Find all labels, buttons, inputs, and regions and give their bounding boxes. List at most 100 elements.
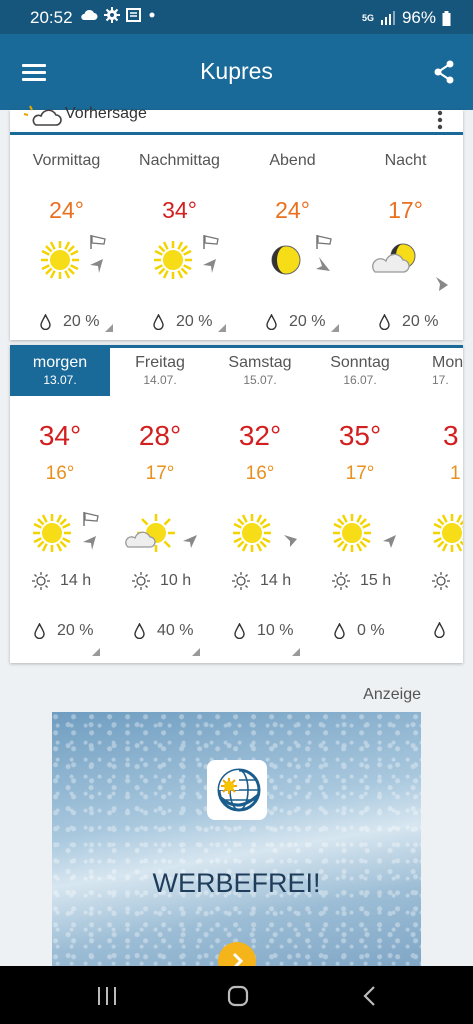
min-temp: 17° <box>145 463 175 484</box>
sunshine-hours: 15 h <box>332 572 391 590</box>
daypart-vormittag[interactable]: Vormittag 24° 20 % <box>10 135 123 340</box>
cloud-moon-icon <box>372 243 416 273</box>
windsock-icon <box>316 235 332 271</box>
sun-outline-icon <box>432 572 450 590</box>
cloud-icon <box>81 9 98 20</box>
sun-icon <box>41 241 79 279</box>
share-icon[interactable] <box>433 60 455 84</box>
expand-corner-icon <box>192 648 200 656</box>
day-header: Freitag 14.07. <box>110 348 210 396</box>
day-tomorrow[interactable]: morgen 13.07. 34° 16° 14 h 20 % <box>10 348 110 663</box>
back-icon[interactable] <box>362 985 378 1007</box>
day-date: 15.07. <box>243 373 277 387</box>
sunshine-hours: 10 h <box>132 572 191 590</box>
day-sunday[interactable]: Sonntag 16.07. 35° 17° 15 h 0 % <box>310 348 410 663</box>
daypart-name: Abend <box>269 152 316 169</box>
sun-icon <box>433 514 463 552</box>
recent-apps-icon[interactable] <box>96 986 118 1006</box>
moon-icon <box>271 245 301 275</box>
precipitation: 20 % <box>40 313 99 331</box>
precip-value: 40 % <box>157 622 194 639</box>
precipitation: 20 % <box>153 313 212 331</box>
news-icon <box>126 8 141 22</box>
day-header: Samstag 15.07. <box>210 348 310 396</box>
ad-arrow-button[interactable] <box>218 942 256 967</box>
raindrop-icon <box>40 314 51 330</box>
daypart-temp: 17° <box>388 197 423 223</box>
more-options-icon[interactable] <box>437 110 443 130</box>
precipitation: 10 % <box>234 622 293 640</box>
expand-corner-icon <box>92 648 100 656</box>
app-bar: Kupres <box>0 34 473 110</box>
battery-icon <box>442 10 451 26</box>
dot-icon <box>149 12 155 18</box>
precipitation: 0 % <box>334 622 385 640</box>
precip-value: 20 % <box>402 313 439 330</box>
daypart-abend[interactable]: Abend 24° 20 % <box>236 135 349 340</box>
precipitation: 20 % <box>34 622 93 640</box>
sunshine-hours: 14 h <box>232 572 291 590</box>
daypart-nacht[interactable]: Nacht 17° 20 % <box>349 135 462 340</box>
sun-hours-value: 14 h <box>260 572 292 589</box>
day-name: morgen <box>32 354 88 371</box>
day-name: Freitag <box>135 354 185 371</box>
sun-hours-value: 14 h <box>60 572 92 589</box>
sun-hours-value: 15 h <box>360 572 392 589</box>
forecast-label: Vorhersage <box>65 105 147 122</box>
precipitation <box>434 622 445 638</box>
min-temp: 16° <box>45 463 75 484</box>
day-monday[interactable]: Mon 17. 3 1 <box>410 348 463 663</box>
min-temp: 1 <box>450 463 461 484</box>
system-nav-bar <box>0 966 473 1024</box>
daypart-nachmittag[interactable]: Nachmittag 34° 20 % <box>123 135 236 340</box>
raindrop-icon <box>234 623 245 639</box>
min-temp: 17° <box>345 463 375 484</box>
page-title: Kupres <box>200 58 273 84</box>
max-temp: 32° <box>238 420 282 451</box>
status-time: 20:52 <box>30 8 73 27</box>
max-temp: 35° <box>338 420 382 451</box>
day-name: Mon <box>432 354 463 371</box>
precip-value: 0 % <box>357 622 385 639</box>
day-name: Samstag <box>228 354 292 371</box>
status-bar: 20:52 5G 96% <box>0 0 473 34</box>
precip-value: 10 % <box>257 622 294 639</box>
precipitation: 40 % <box>134 622 193 640</box>
sun-outline-icon <box>332 572 350 590</box>
max-temp: 28° <box>138 420 182 451</box>
status-notification-icons <box>80 7 156 23</box>
daypart-name: Nacht <box>384 152 427 169</box>
wind-arrow-icon <box>436 277 448 291</box>
raindrop-icon <box>434 622 445 638</box>
day-saturday[interactable]: Samstag 15.07. 32° 16° 14 h 10 % <box>210 348 310 663</box>
ad-text: WERBEFREI! <box>152 868 321 898</box>
day-date: 16.07. <box>343 373 377 387</box>
forecast-header: Vorhersage <box>10 105 463 135</box>
precipitation: 20 % <box>266 313 325 331</box>
cloud-sun-icon <box>125 514 175 552</box>
daily-forecast-card[interactable]: morgen 13.07. 34° 16° 14 h 20 % Freitag … <box>10 345 463 663</box>
daypart-name: Vormittag <box>32 152 101 169</box>
network-label: 5G <box>361 13 374 23</box>
ad-banner[interactable]: WERBEFREI! <box>52 712 421 967</box>
day-header: Sonntag 16.07. <box>310 348 410 396</box>
precip-value: 20 % <box>57 622 94 639</box>
home-icon[interactable] <box>227 985 249 1007</box>
day-header: Mon 17. <box>410 348 463 396</box>
raindrop-icon <box>334 623 345 639</box>
chevron-right-icon <box>232 952 244 967</box>
status-right: 5G 96% <box>362 8 451 28</box>
partly-cloudy-icon <box>23 105 62 126</box>
day-header: morgen 13.07. <box>10 348 110 396</box>
expand-corner-icon <box>218 324 226 332</box>
max-temp: 3 <box>443 420 459 451</box>
daypart-temp: 34° <box>162 197 197 223</box>
battery-level: 96% <box>401 8 436 27</box>
expand-corner-icon <box>292 648 300 656</box>
raindrop-icon <box>379 314 390 330</box>
daypart-forecast-card[interactable]: Vorhersage Vormittag 24° 20 % Nachmittag… <box>10 105 463 340</box>
signal-icon <box>380 11 395 25</box>
daypart-name: Nachmittag <box>139 152 220 169</box>
day-friday[interactable]: Freitag 14.07. 28° 17° 10 h 40 % <box>110 348 210 663</box>
daypart-temp: 24° <box>275 197 310 223</box>
